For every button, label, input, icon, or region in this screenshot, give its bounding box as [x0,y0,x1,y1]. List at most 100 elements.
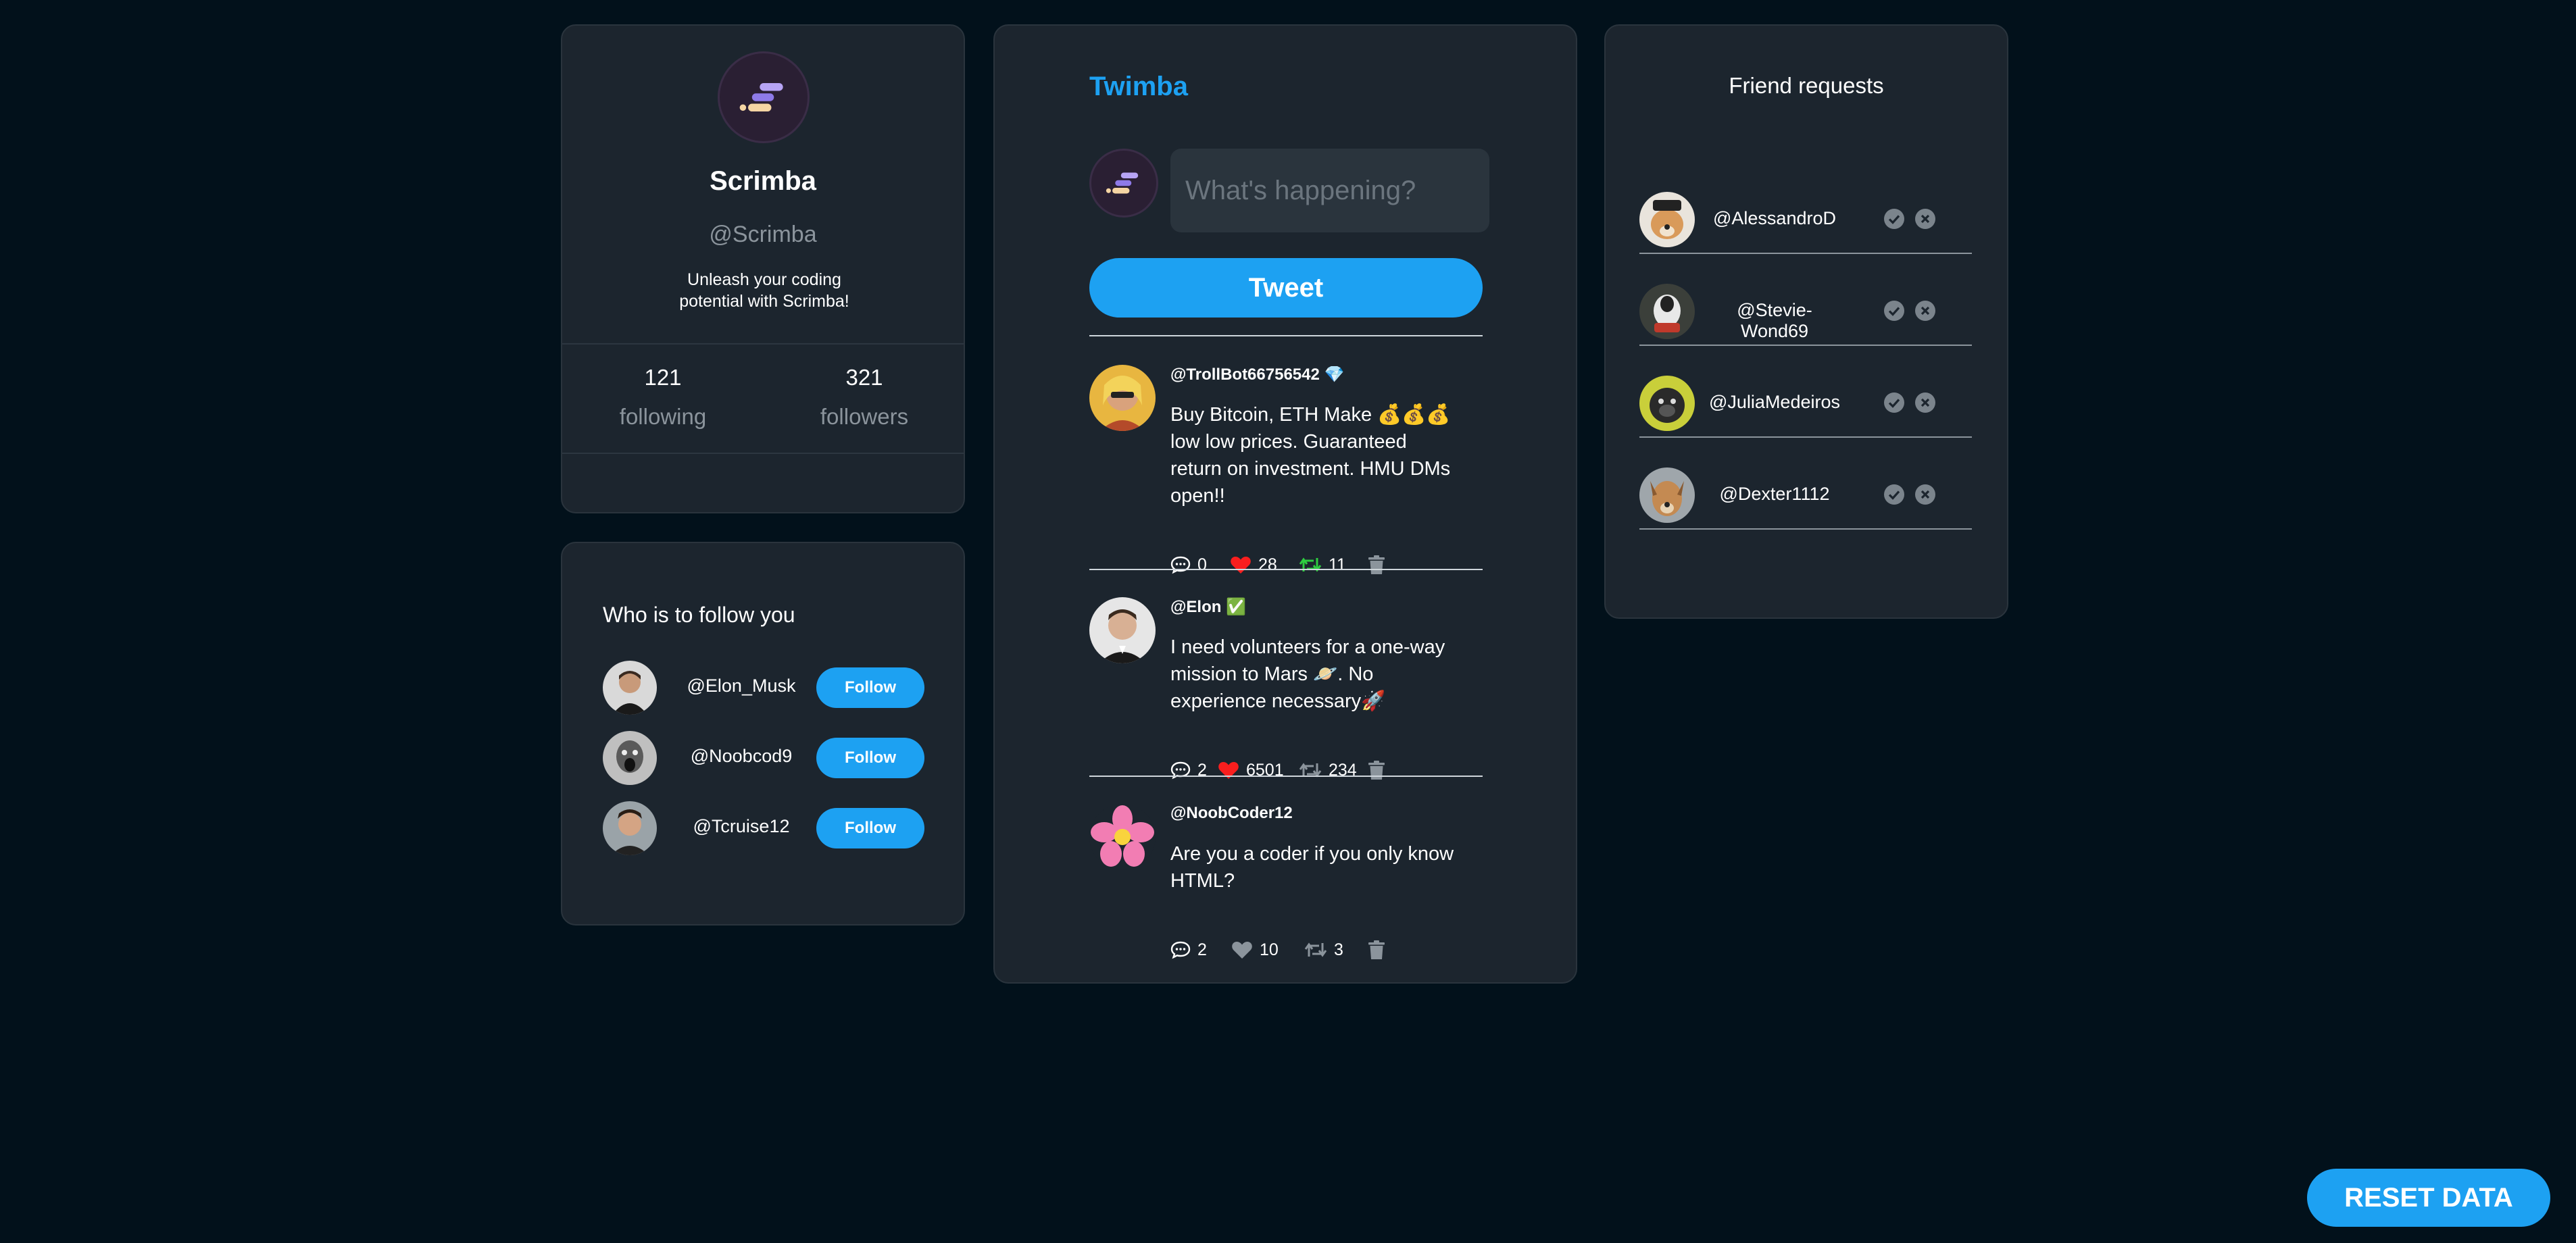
avatar [603,801,657,855]
like-count: 28 [1258,555,1277,574]
tweet-handle[interactable]: @Elon ✅ [1170,597,1246,617]
tweet-handle[interactable]: @NoobCoder12 [1170,804,1293,823]
retweet-icon [1299,557,1322,572]
reset-data-button[interactable]: RESET DATA [2307,1169,2550,1227]
reply-count: 2 [1197,940,1207,959]
reply-count: 0 [1197,555,1207,574]
profile-stats: 121 following 321 followers [562,343,964,454]
avatar [1639,467,1695,523]
following-stat[interactable]: 121 following [562,345,764,430]
comment-icon [1170,556,1191,574]
scrimba-logo-icon [739,82,783,112]
check-icon [1888,399,1900,408]
avatar [1639,192,1695,247]
followers-count: 321 [845,365,883,390]
friend-request-handle: @Dexter1112 [1719,484,1830,504]
trash-icon [1368,555,1385,574]
like-action[interactable]: 10 [1231,936,1279,963]
avatar [1639,376,1695,431]
avatar [603,661,657,715]
followers-label: followers [820,404,909,429]
avatar [1089,597,1156,663]
reply-action[interactable]: 2 [1170,936,1207,963]
avatar [603,731,657,785]
friend-request-row: @Dexter1112 [1639,461,1972,530]
retweet-count: 11 [1329,555,1346,574]
heart-icon [1231,557,1251,574]
avatar [1089,365,1156,431]
follow-suggestion: @Noobcod9 Follow [603,731,927,785]
divider [1089,776,1483,777]
follow-button[interactable]: Follow [816,667,924,708]
follow-button[interactable]: Follow [816,738,924,778]
divider [1089,569,1483,570]
avatar [1089,804,1156,870]
decline-button[interactable] [1915,301,1935,321]
close-icon [1921,398,1930,407]
like-count: 10 [1260,940,1279,959]
scrimba-logo-avatar [718,51,810,143]
delete-action[interactable] [1368,936,1392,963]
follow-button[interactable]: Follow [816,808,924,848]
heart-icon [1232,942,1252,959]
followers-stat[interactable]: 321 followers [764,345,965,430]
friend-request-row: @AlessandroD [1639,185,1972,254]
friend-request-row: @JuliaMedeiros [1639,369,1972,438]
user-avatar [1089,149,1158,218]
tweet: @TrollBot66756542 💎 Buy Bitcoin, ETH Mak… [1089,365,1483,574]
tweet-text: I need volunteers for a one-way mission … [1170,636,1445,712]
tweet-handle[interactable]: @TrollBot66756542 💎 [1170,365,1344,384]
scrimba-logo-icon [1106,172,1139,194]
close-icon [1921,306,1930,315]
decline-button[interactable] [1915,209,1935,229]
divider [1089,335,1483,336]
tweet: @NoobCoder12 Are you a coder if you only… [1089,804,1483,959]
accept-button[interactable] [1884,209,1904,229]
following-label: following [619,404,707,429]
tweet-text: Are you a coder if you only know HTML? [1170,843,1454,892]
decline-button[interactable] [1915,484,1935,505]
profile-card: Scrimba @Scrimba Unleash your coding pot… [561,24,965,513]
brand-title: Twimba [1089,72,1188,101]
like-action[interactable]: 6501 [1218,757,1284,784]
comment-icon [1170,941,1191,959]
accept-button[interactable] [1884,484,1904,505]
trash-icon [1368,940,1385,959]
friend-request-handle: @AlessandroD [1713,208,1836,228]
delete-action[interactable] [1368,757,1392,784]
tweet-input[interactable] [1170,149,1489,232]
tweet-text: Buy Bitcoin, ETH Make 💰💰💰 low low prices… [1170,404,1451,507]
accept-button[interactable] [1884,301,1904,321]
follow-suggestion-handle: @Elon_Musk [687,676,796,696]
like-action[interactable]: 28 [1230,551,1277,578]
decline-button[interactable] [1915,392,1935,413]
follow-suggestion-handle: @Noobcod9 [690,746,793,766]
follow-suggestion-handle: @Tcruise12 [693,816,790,836]
follow-suggestion: @Tcruise12 Follow [603,801,927,855]
close-icon [1921,214,1930,224]
friend-requests-title: Friend requests [1729,73,1884,98]
reply-action[interactable]: 2 [1170,757,1207,784]
friend-request-row: @Stevie-Wond69 [1639,277,1972,346]
check-icon [1888,215,1900,224]
retweet-action[interactable]: 3 [1304,936,1343,963]
follow-suggestion: @Elon_Musk Follow [603,661,927,715]
delete-action[interactable] [1368,551,1392,578]
retweet-count: 3 [1334,940,1343,959]
reply-action[interactable]: 0 [1170,551,1207,578]
reply-count: 2 [1197,760,1207,780]
feed-card: Twimba Tweet @TrollBot66756542 💎 Buy Bit… [993,24,1577,984]
like-count: 6501 [1246,760,1284,780]
profile-handle: @Scrimba [709,222,817,247]
check-icon [1888,307,1900,316]
retweet-action[interactable]: 11 [1299,551,1346,578]
profile-bio: Unleash your coding potential with Scrim… [679,270,849,311]
tweet-button[interactable]: Tweet [1089,258,1483,318]
retweet-action[interactable]: 234 [1299,757,1357,784]
following-count: 121 [644,365,682,390]
close-icon [1921,490,1930,499]
retweet-count: 234 [1329,760,1357,780]
tweet: @Elon ✅ I need volunteers for a one-way … [1089,597,1483,780]
avatar [1639,284,1695,339]
accept-button[interactable] [1884,392,1904,413]
